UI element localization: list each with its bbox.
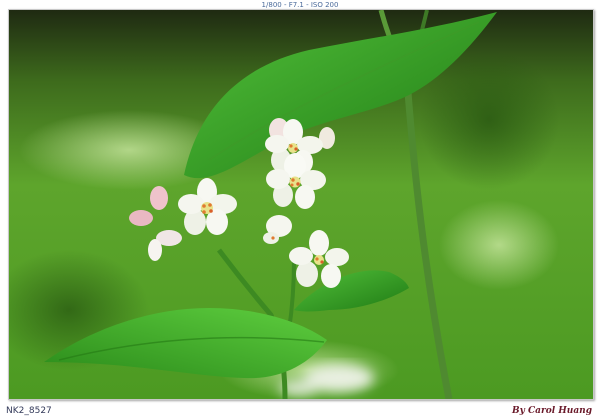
bud bbox=[148, 239, 162, 261]
file-name: NK2_8527 bbox=[6, 406, 52, 416]
photo-canvas bbox=[9, 10, 593, 399]
bud bbox=[129, 210, 153, 226]
signature: By Carol Huang bbox=[512, 406, 592, 416]
bokeh-light bbox=[439, 200, 559, 290]
photo bbox=[8, 9, 594, 400]
bud bbox=[150, 186, 168, 210]
